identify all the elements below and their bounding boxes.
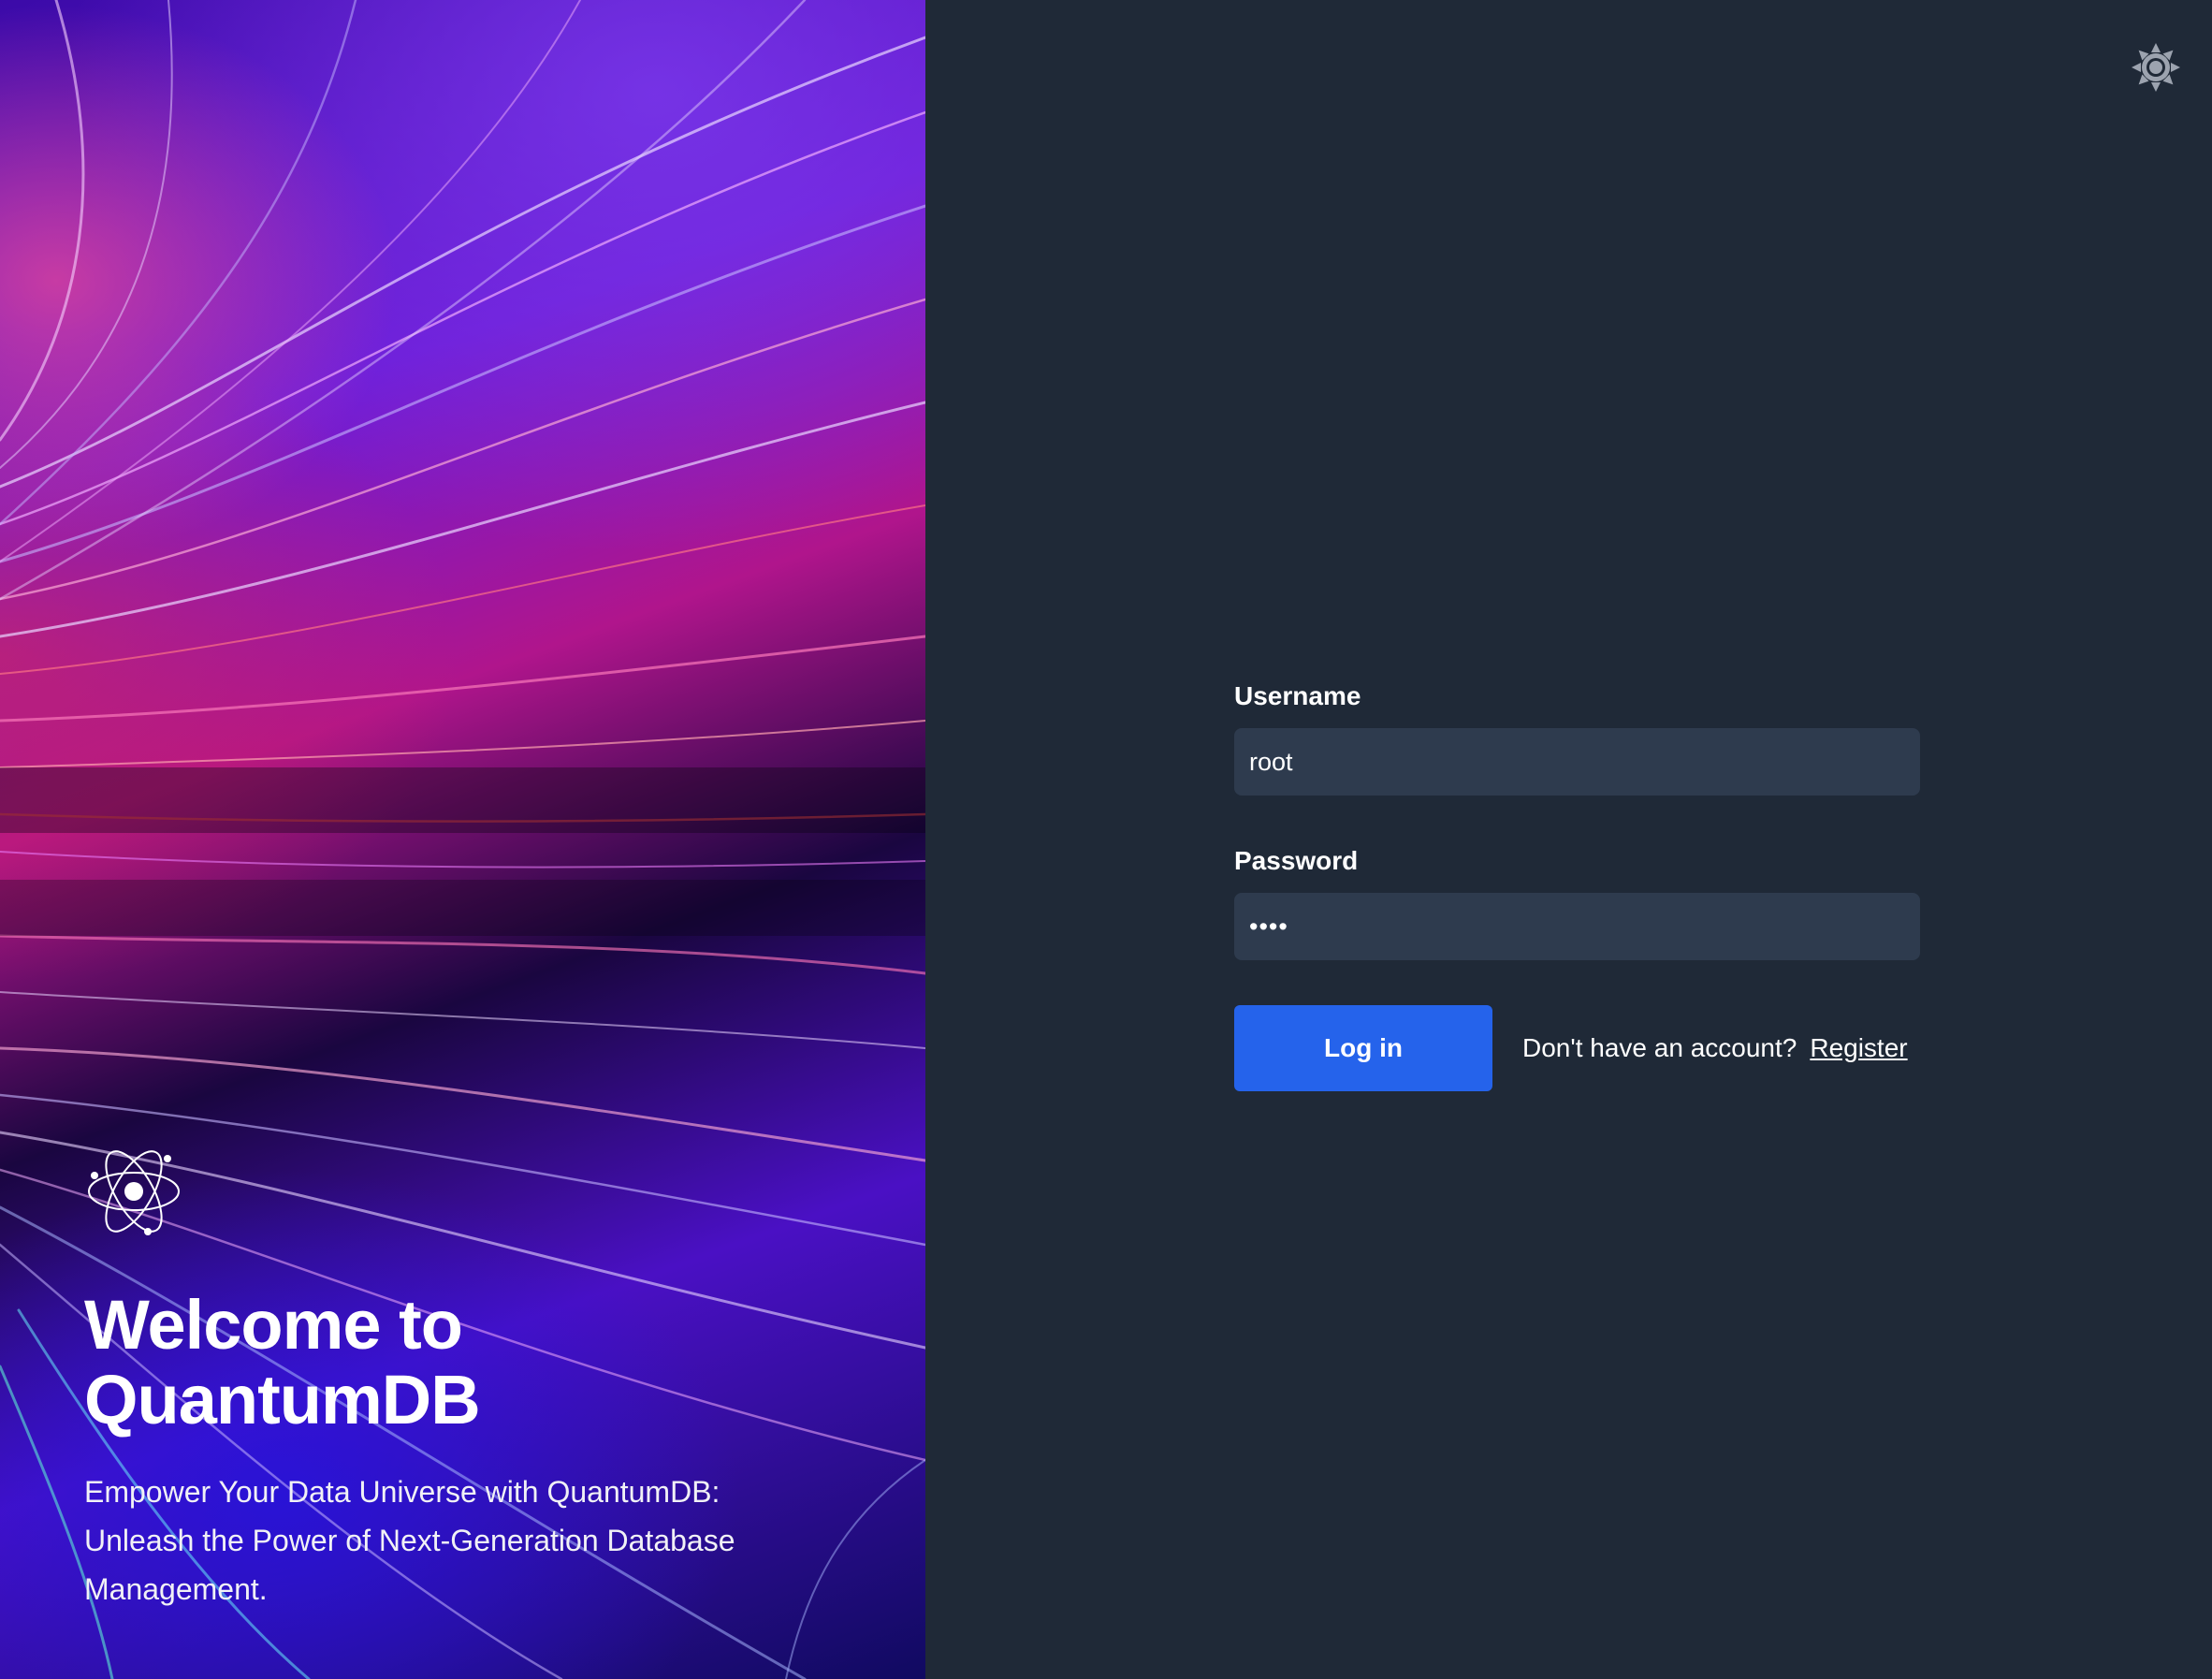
sun-icon[interactable] xyxy=(2130,41,2182,94)
login-page: Welcome to QuantumDB Empower Your Data U… xyxy=(0,0,2212,1679)
login-form: Username Password Log in Don't have an a… xyxy=(1234,681,1920,1091)
register-link[interactable]: Register xyxy=(1810,1033,1907,1063)
hero-content: Welcome to QuantumDB Empower Your Data U… xyxy=(84,1140,795,1613)
register-prompt: Don't have an account? xyxy=(1522,1033,1797,1062)
password-group: Password xyxy=(1234,846,1920,960)
username-group: Username xyxy=(1234,681,1920,796)
hero-panel: Welcome to QuantumDB Empower Your Data U… xyxy=(0,0,925,1679)
login-button[interactable]: Log in xyxy=(1234,1005,1492,1091)
username-label: Username xyxy=(1234,681,1361,710)
password-input[interactable] xyxy=(1234,893,1920,960)
username-input[interactable] xyxy=(1234,728,1920,796)
password-label: Password xyxy=(1234,846,1359,875)
hero-subtitle: Empower Your Data Universe with QuantumD… xyxy=(84,1475,735,1606)
atom-icon xyxy=(88,1150,180,1235)
hero-title: Welcome to QuantumDB xyxy=(84,1286,481,1438)
form-actions: Log in Don't have an account? Register xyxy=(1234,1005,1920,1091)
login-panel: Username Password Log in Don't have an a… xyxy=(925,0,2212,1679)
